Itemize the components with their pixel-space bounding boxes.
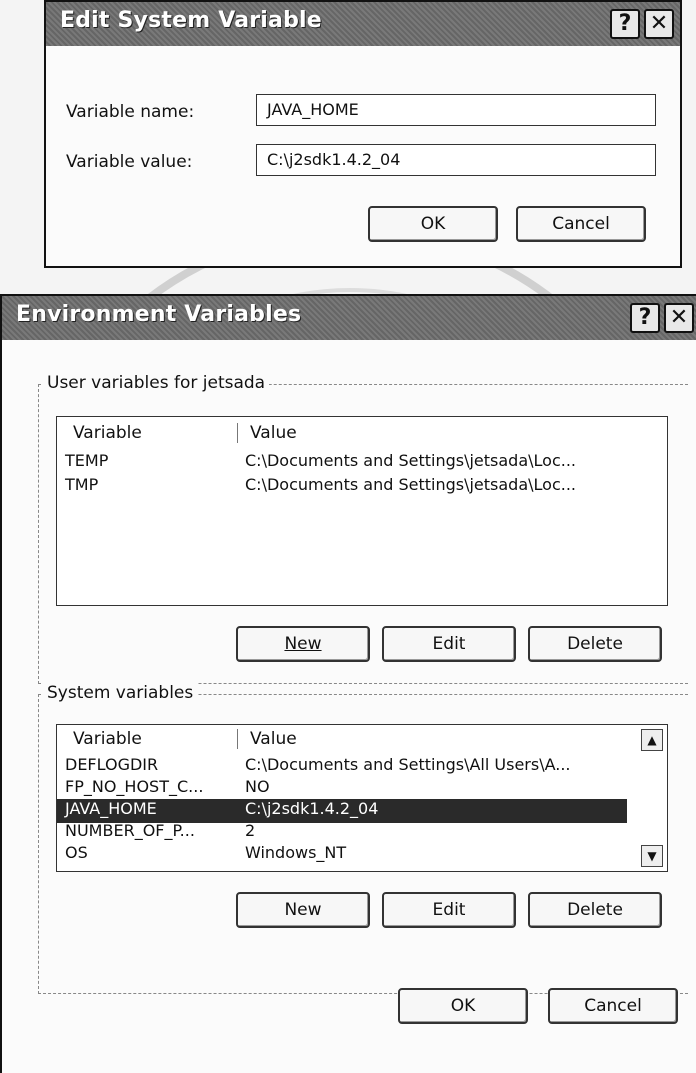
variable-name: TMP: [65, 475, 99, 494]
user-new-button[interactable]: New: [236, 626, 370, 662]
variable-value-value: C:\j2sdk1.4.2_04: [267, 150, 401, 169]
system-edit-button[interactable]: Edit: [382, 892, 516, 928]
variable-name-field[interactable]: JAVA_HOME: [256, 94, 656, 126]
column-header-variable[interactable]: Variable: [73, 423, 142, 443]
column-header-value[interactable]: Value: [237, 729, 297, 749]
variable-name-value: JAVA_HOME: [267, 100, 359, 119]
system-delete-button[interactable]: Delete: [528, 892, 662, 928]
user-variables-list[interactable]: Variable Value TEMP C:\Documents and Set…: [56, 416, 668, 606]
variable-name: TEMP: [65, 451, 109, 470]
scroll-down-icon[interactable]: ▼: [641, 845, 663, 867]
system-new-button[interactable]: New: [236, 892, 370, 928]
variable-name: FP_NO_HOST_C...: [65, 777, 204, 796]
variable-name-label: Variable name:: [66, 102, 195, 122]
variable-value-label: Variable value:: [66, 152, 193, 172]
variable-value: C:\Documents and Settings\All Users\A...: [245, 755, 571, 774]
variable-value: C:\Documents and Settings\jetsada\Loc...: [245, 451, 576, 470]
env-ok-button[interactable]: OK: [398, 988, 528, 1024]
env-dialog-title: Environment Variables: [16, 302, 302, 327]
variable-name: JAVA_HOME: [65, 799, 157, 818]
variable-value: C:\Documents and Settings\jetsada\Loc...: [245, 475, 576, 494]
variable-value: Windows_NT: [245, 843, 347, 862]
table-row[interactable]: OS Windows_NT: [57, 843, 667, 867]
system-variables-label: System variables: [43, 683, 198, 703]
env-cancel-button[interactable]: Cancel: [548, 988, 678, 1024]
column-header-variable[interactable]: Variable: [73, 729, 142, 749]
system-variables-list[interactable]: Variable Value DEFLOGDIR C:\Documents an…: [56, 724, 668, 872]
edit-dialog-title: Edit System Variable: [60, 8, 322, 33]
table-row[interactable]: FP_NO_HOST_C... NO: [57, 777, 667, 801]
variable-name: OS: [65, 843, 88, 862]
close-button[interactable]: ✕: [644, 9, 674, 39]
user-variables-label: User variables for jetsada: [43, 373, 270, 393]
close-button[interactable]: ✕: [664, 303, 694, 333]
table-row[interactable]: DEFLOGDIR C:\Documents and Settings\All …: [57, 755, 667, 779]
table-row[interactable]: NUMBER_OF_P... 2: [57, 821, 667, 845]
help-button[interactable]: ?: [610, 9, 640, 39]
variable-value: C:\j2sdk1.4.2_04: [245, 799, 379, 818]
env-dialog-titlebar[interactable]: Environment Variables ? ✕: [2, 296, 696, 340]
list-item[interactable]: TEMP C:\Documents and Settings\jetsada\L…: [57, 451, 667, 475]
variable-value: 2: [245, 821, 256, 840]
environment-variables-dialog: Environment Variables ? ✕ User variables…: [0, 294, 696, 1073]
variable-value: NO: [245, 777, 270, 796]
variable-value-field[interactable]: C:\j2sdk1.4.2_04: [256, 144, 656, 176]
user-edit-button[interactable]: Edit: [382, 626, 516, 662]
edit-ok-button[interactable]: OK: [368, 206, 498, 242]
edit-system-variable-dialog: Edit System Variable ? ✕ Variable name: …: [44, 0, 682, 268]
variable-name: NUMBER_OF_P...: [65, 821, 195, 840]
edit-dialog-titlebar[interactable]: Edit System Variable ? ✕: [46, 2, 680, 46]
table-row-selected[interactable]: JAVA_HOME C:\j2sdk1.4.2_04: [57, 799, 627, 823]
scroll-up-icon[interactable]: ▲: [641, 729, 663, 751]
list-item[interactable]: TMP C:\Documents and Settings\jetsada\Lo…: [57, 475, 667, 499]
edit-cancel-button[interactable]: Cancel: [516, 206, 646, 242]
variable-name: DEFLOGDIR: [65, 755, 159, 774]
column-header-value[interactable]: Value: [237, 423, 297, 443]
user-delete-button[interactable]: Delete: [528, 626, 662, 662]
help-button[interactable]: ?: [630, 303, 660, 333]
